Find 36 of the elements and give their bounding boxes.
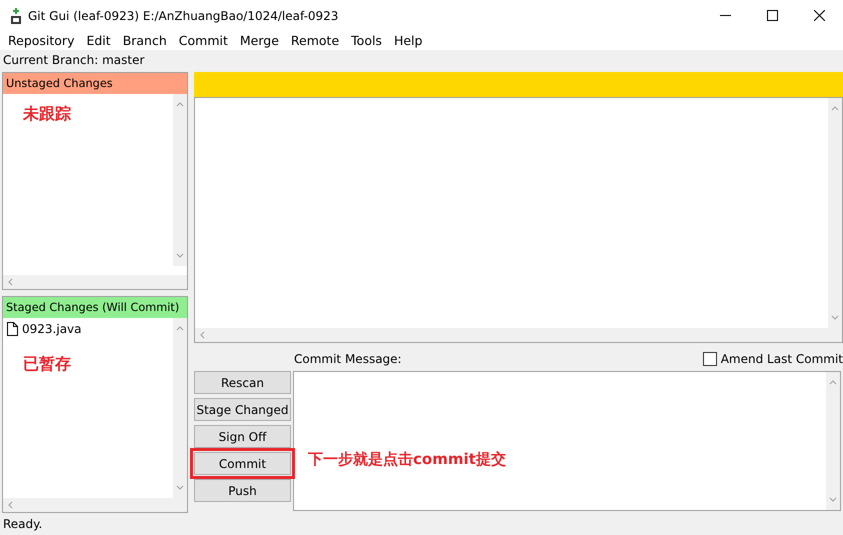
menu-item[interactable]: Branch (116, 33, 173, 48)
horizontal-scrollbar[interactable] (3, 498, 187, 512)
commit-message-label: Commit Message: (294, 352, 403, 366)
annotation-text: 下一步就是点击commit提交 (308, 450, 506, 469)
current-branch: Current Branch: master (3, 53, 144, 67)
amend-label[interactable]: Amend Last Commit (720, 352, 843, 366)
panel-header: Staged Changes (Will Commit) (3, 296, 187, 318)
horizontal-scrollbar[interactable] (195, 328, 842, 342)
commit-message-field[interactable] (293, 371, 841, 511)
vertical-scrollbar[interactable] (173, 318, 187, 498)
annotation-text: 已暂存 (23, 354, 71, 374)
action-button[interactable]: Sign Off (194, 425, 291, 448)
action-button[interactable]: Rescan (194, 371, 291, 394)
panel-header: Unstaged Changes (3, 73, 187, 94)
menu-item[interactable]: Commit (172, 33, 234, 48)
maximize-icon[interactable] (767, 10, 778, 21)
vertical-scrollbar[interactable] (173, 94, 187, 266)
file-icon (7, 322, 18, 336)
file-name[interactable]: 0923.java (22, 322, 82, 336)
action-button[interactable]: Stage Changed (194, 398, 291, 421)
menu-item[interactable]: Merge (234, 33, 285, 48)
menu-item[interactable]: Repository (2, 33, 80, 48)
vertical-scrollbar[interactable] (828, 98, 842, 328)
menu-item[interactable]: Help (388, 33, 428, 48)
menu-item[interactable]: Tools (345, 33, 388, 48)
horizontal-scrollbar[interactable] (3, 274, 187, 288)
action-button[interactable]: Push (194, 479, 291, 502)
annotation-text: 未跟踪 (23, 104, 71, 125)
app-icon (10, 8, 22, 24)
close-icon[interactable] (814, 10, 825, 21)
status-text: Ready. (3, 517, 42, 531)
menu-item[interactable]: Remote (284, 33, 346, 48)
amend-checkbox[interactable] (702, 352, 717, 366)
vertical-scrollbar[interactable] (826, 372, 840, 510)
window-title: Git Gui (leaf-0923) E:/AnZhuangBao/1024/leaf-0923 (28, 8, 340, 22)
menu-item[interactable]: Edit (80, 33, 117, 48)
